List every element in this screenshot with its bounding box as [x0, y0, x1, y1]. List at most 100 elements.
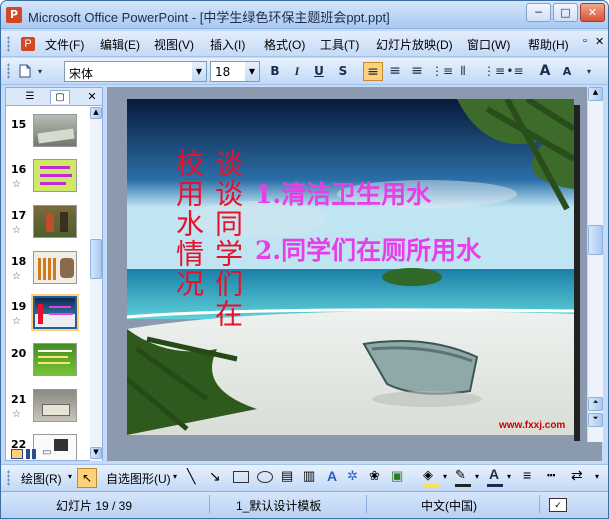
slides-tab[interactable]: ▢: [50, 90, 70, 104]
slide-thumbnail[interactable]: 20: [6, 343, 88, 387]
menu-help[interactable]: 帮助(H): [528, 36, 569, 53]
spelling-check-icon[interactable]: ✓: [549, 498, 567, 512]
restore-button[interactable]: □: [553, 3, 578, 22]
toolbar-options-icon[interactable]: ▾: [583, 62, 595, 81]
slide-thumbnail[interactable]: 16 ☆: [6, 159, 88, 203]
italic-button[interactable]: I: [287, 62, 307, 81]
doc-restore-icon[interactable]: ▫: [583, 35, 587, 47]
scroll-thumb[interactable]: [90, 239, 102, 279]
autoshapes-menu-button[interactable]: 自选图形(U): [106, 470, 171, 487]
new-document-icon[interactable]: [15, 62, 35, 81]
new-dropdown-icon[interactable]: ▾: [35, 62, 45, 81]
font-size-combo[interactable]: 18 ▼: [210, 61, 260, 82]
thumb-image[interactable]: [33, 114, 77, 147]
thumb-image[interactable]: [33, 343, 77, 376]
chevron-down-icon[interactable]: ▼: [245, 62, 259, 81]
chevron-down-icon[interactable]: ▾: [507, 472, 511, 481]
align-left-button[interactable]: ≡: [363, 62, 383, 81]
slideshow-view-icon[interactable]: ▭: [42, 447, 54, 459]
thumb-image[interactable]: [33, 159, 77, 192]
language-indicator[interactable]: 中文(中国): [421, 497, 477, 514]
slide-scrollbar[interactable]: ▲ ⏶ ⏷: [587, 87, 603, 442]
powerpoint-icon[interactable]: P: [6, 7, 22, 23]
normal-view-icon[interactable]: [11, 449, 23, 459]
rectangle-tool-icon[interactable]: [233, 471, 249, 483]
arrow-style-icon[interactable]: ⇄: [571, 467, 583, 484]
sorter-view-icon[interactable]: [26, 449, 38, 459]
chevron-down-icon[interactable]: ▾: [68, 472, 72, 481]
pane-close-icon[interactable]: ✕: [82, 90, 102, 104]
chevron-down-icon[interactable]: ▾: [173, 472, 177, 481]
slide-thumbnail[interactable]: 18 ☆: [6, 251, 88, 295]
shrink-font-button[interactable]: A: [557, 62, 577, 81]
line-tool-icon[interactable]: ╲: [187, 468, 195, 485]
font-name-combo[interactable]: 宋体 ▼: [64, 61, 207, 82]
scroll-down-icon[interactable]: ▼: [90, 447, 102, 459]
drawbar-grip[interactable]: [7, 470, 10, 486]
underline-button[interactable]: U: [309, 62, 329, 81]
chevron-down-icon[interactable]: ▾: [475, 472, 479, 481]
columns-icon[interactable]: ⦀: [453, 62, 473, 81]
vertical-text-column-1[interactable]: 校用水情况: [172, 149, 205, 299]
select-cursor-icon[interactable]: ↖: [77, 468, 97, 488]
chevron-down-icon[interactable]: ▾: [443, 472, 447, 481]
grow-font-button[interactable]: A: [535, 62, 555, 81]
next-slide-icon[interactable]: ⏷: [588, 413, 603, 427]
scroll-thumb[interactable]: [588, 225, 603, 255]
slide-thumbnail[interactable]: 15: [6, 114, 88, 158]
align-right-button[interactable]: ≡: [407, 62, 427, 81]
minimize-button[interactable]: ─: [526, 3, 551, 22]
thumb-image[interactable]: [33, 251, 77, 284]
chevron-down-icon[interactable]: ▼: [192, 62, 206, 81]
slide-thumbnail[interactable]: 21 ☆: [6, 389, 88, 433]
thumb-image-selected[interactable]: [31, 294, 79, 331]
toolbar-options-icon[interactable]: ▾: [595, 472, 599, 481]
menu-view[interactable]: 视图(V): [154, 36, 194, 53]
toolbar-grip[interactable]: [7, 63, 10, 79]
design-template-name[interactable]: 1_默认设计模板: [236, 497, 321, 514]
draw-menu-button[interactable]: 绘图(R): [21, 470, 62, 487]
vertical-text-column-2[interactable]: 谈谈同学们在: [211, 149, 244, 329]
picture-icon[interactable]: ▣: [391, 468, 403, 484]
prev-slide-icon[interactable]: ⏶: [588, 397, 603, 411]
slide-canvas[interactable]: 校用水情况 谈谈同学们在 1.清洁卫生用水 2.同学们在厕所用水 www.fxx…: [127, 99, 574, 435]
thumb-image[interactable]: [33, 389, 77, 422]
document-icon[interactable]: P: [21, 37, 35, 51]
numbering-icon[interactable]: ⋮≡: [483, 62, 505, 81]
dash-style-icon[interactable]: ┅: [547, 467, 555, 484]
slide-thumbnail[interactable]: 17 ☆: [6, 205, 88, 249]
scroll-up-icon[interactable]: ▲: [588, 87, 603, 101]
outline-tab[interactable]: ☰: [20, 90, 40, 104]
fill-color-icon[interactable]: ◈: [423, 467, 433, 483]
bold-button[interactable]: B: [265, 62, 285, 81]
line-color-icon[interactable]: ✎: [455, 467, 466, 483]
thumb-image[interactable]: [33, 205, 77, 238]
menu-window[interactable]: 窗口(W): [467, 36, 510, 53]
font-color-icon[interactable]: A: [489, 466, 499, 482]
menu-file[interactable]: 文件(F): [45, 36, 84, 53]
scroll-up-icon[interactable]: ▲: [90, 107, 102, 119]
thumb-image[interactable]: [33, 434, 77, 460]
point-2-text[interactable]: 2.同学们在厕所用水: [255, 231, 481, 267]
menu-edit[interactable]: 编辑(E): [100, 36, 140, 53]
wordart-icon[interactable]: A: [327, 468, 337, 484]
arrow-tool-icon[interactable]: ↘: [209, 468, 221, 485]
line-style-icon[interactable]: ≡: [523, 467, 531, 483]
distribute-icon[interactable]: ⋮≡: [431, 62, 453, 81]
oval-tool-icon[interactable]: [257, 471, 273, 483]
menu-format[interactable]: 格式(O): [264, 36, 305, 53]
clipart-icon[interactable]: ❀: [369, 468, 380, 484]
menu-slideshow[interactable]: 幻灯片放映(D): [376, 36, 453, 53]
doc-close-icon[interactable]: ✕: [595, 35, 604, 48]
menu-insert[interactable]: 插入(I): [210, 36, 245, 53]
menubar-grip[interactable]: [7, 36, 10, 52]
menu-tools[interactable]: 工具(T): [320, 36, 359, 53]
pane-scrollbar[interactable]: ▲ ▼: [90, 107, 102, 461]
diagram-icon[interactable]: ✲: [347, 468, 358, 484]
shadow-button[interactable]: S: [333, 62, 353, 81]
close-button[interactable]: ✕: [580, 3, 605, 22]
align-center-button[interactable]: ≡: [385, 62, 405, 81]
textbox-tool-icon[interactable]: ▤: [281, 468, 293, 484]
point-1-text[interactable]: 1.清洁卫生用水: [255, 175, 431, 211]
bullets-icon[interactable]: •≡: [505, 62, 525, 81]
